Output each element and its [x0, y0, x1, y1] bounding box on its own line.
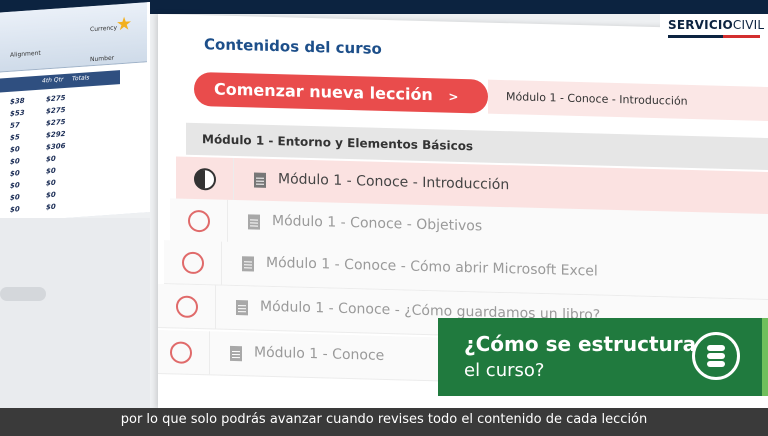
spreadsheet-row: $0 $0 — [10, 165, 80, 178]
logo-underline — [668, 35, 760, 38]
spreadsheet-cell: $275 — [46, 105, 66, 116]
empty-circle-icon — [176, 295, 198, 319]
current-lesson-indicator: Módulo 1 - Conoce - Introducción — [488, 79, 768, 122]
star-icon: ★ — [116, 13, 133, 36]
document-icon — [248, 214, 260, 230]
empty-circle-icon — [188, 209, 210, 233]
spreadsheet-cell: $275 — [46, 117, 66, 128]
lesson-status-cell — [176, 156, 234, 201]
scroll-pill[interactable] — [0, 287, 46, 301]
spreadsheet-grid: 4th Qtr Totals $38 $275 $53 $275 57 $275 $5 $29… — [0, 62, 147, 224]
spreadsheet-row: $5 $292 — [10, 129, 80, 142]
spreadsheet-row: $0 $0 — [10, 153, 80, 166]
document-icon — [236, 300, 248, 316]
spreadsheet-row: $0 $0 — [10, 189, 80, 202]
spreadsheet-row: $53 $275 — [10, 105, 80, 118]
database-icon — [692, 332, 740, 380]
spreadsheet-cell: $306 — [46, 141, 66, 152]
video-subtitle: por lo que solo podrás avanzar cuando re… — [120, 412, 648, 427]
lesson-label: Módulo 1 - Conoce - Cómo abrir Microsoft… — [266, 254, 598, 280]
spreadsheet-cell: $0 — [46, 166, 56, 176]
badge-title-line1: ¿Cómo se estructura — [464, 332, 697, 356]
start-lesson-label: Comenzar nueva lección — [214, 79, 433, 105]
lesson-status-cell — [170, 198, 228, 243]
ribbon-label-alignment: Alignment — [10, 49, 41, 59]
badge-accent-edge — [762, 318, 768, 396]
document-icon — [230, 345, 242, 362]
spreadsheet-cell: $53 — [10, 108, 25, 118]
lesson-label: Módulo 1 - Conoce - Objetivos — [272, 212, 483, 235]
spreadsheet-cell: $0 — [10, 145, 20, 154]
left-panel — [0, 218, 150, 408]
course-structure-badge: ¿Cómo se estructura el curso? — [438, 318, 762, 396]
servicio-civil-logo: SERVICIOCIVIL — [660, 14, 768, 44]
lesson-label: Módulo 1 - Conoce - Introducción — [278, 171, 510, 194]
half-circle-icon — [194, 167, 216, 191]
spreadsheet-cell: $0 — [46, 178, 56, 188]
spreadsheet-cell: $0 — [46, 202, 56, 212]
spreadsheet-row: $0 $306 — [10, 141, 80, 154]
start-lesson-button[interactable]: Comenzar nueva lección > — [194, 71, 488, 114]
page-title: Contenidos del curso — [204, 35, 382, 58]
lesson-status-cell — [164, 240, 222, 285]
spreadsheet-preview: Currency Alignment Number ★ 4th Qtr Tota… — [0, 2, 150, 224]
logo-text-bold: SERVICIO — [668, 18, 733, 32]
spreadsheet-row: 57 $275 — [10, 117, 80, 130]
lesson-label: Módulo 1 - Conoce — [254, 344, 385, 364]
spreadsheet-row: $38 $275 — [10, 93, 80, 106]
spreadsheet-cell: $292 — [46, 129, 66, 140]
spreadsheet-cell: 57 — [10, 121, 20, 130]
ribbon-label-number: Number — [90, 54, 115, 64]
spreadsheet-cell: $0 — [10, 193, 20, 202]
spreadsheet-cell: $0 — [10, 157, 20, 166]
badge-title-line2: el curso? — [464, 360, 545, 381]
spreadsheet-cell: $275 — [46, 93, 66, 104]
spreadsheet-cell: $0 — [46, 190, 56, 200]
lesson-status-cell — [158, 284, 216, 329]
empty-circle-icon — [182, 251, 204, 275]
logo-text-thin: CIVIL — [732, 18, 765, 32]
lesson-status-cell — [158, 329, 210, 375]
spreadsheet-cell: $0 — [10, 205, 20, 214]
spreadsheet-cell: $5 — [10, 133, 20, 142]
document-icon — [254, 172, 266, 188]
empty-circle-icon — [170, 341, 192, 364]
chevron-right-icon: > — [448, 89, 459, 104]
spreadsheet-cell: $38 — [10, 96, 25, 106]
spreadsheet-row: $0 $0 — [10, 201, 80, 214]
spreadsheet-cell: $0 — [46, 154, 56, 164]
spreadsheet-cell: $0 — [10, 169, 20, 178]
document-icon — [242, 256, 254, 272]
spreadsheet-row: $0 $0 — [10, 177, 80, 190]
spreadsheet-cell: $0 — [10, 181, 20, 190]
ribbon-label-currency: Currency — [90, 24, 118, 34]
